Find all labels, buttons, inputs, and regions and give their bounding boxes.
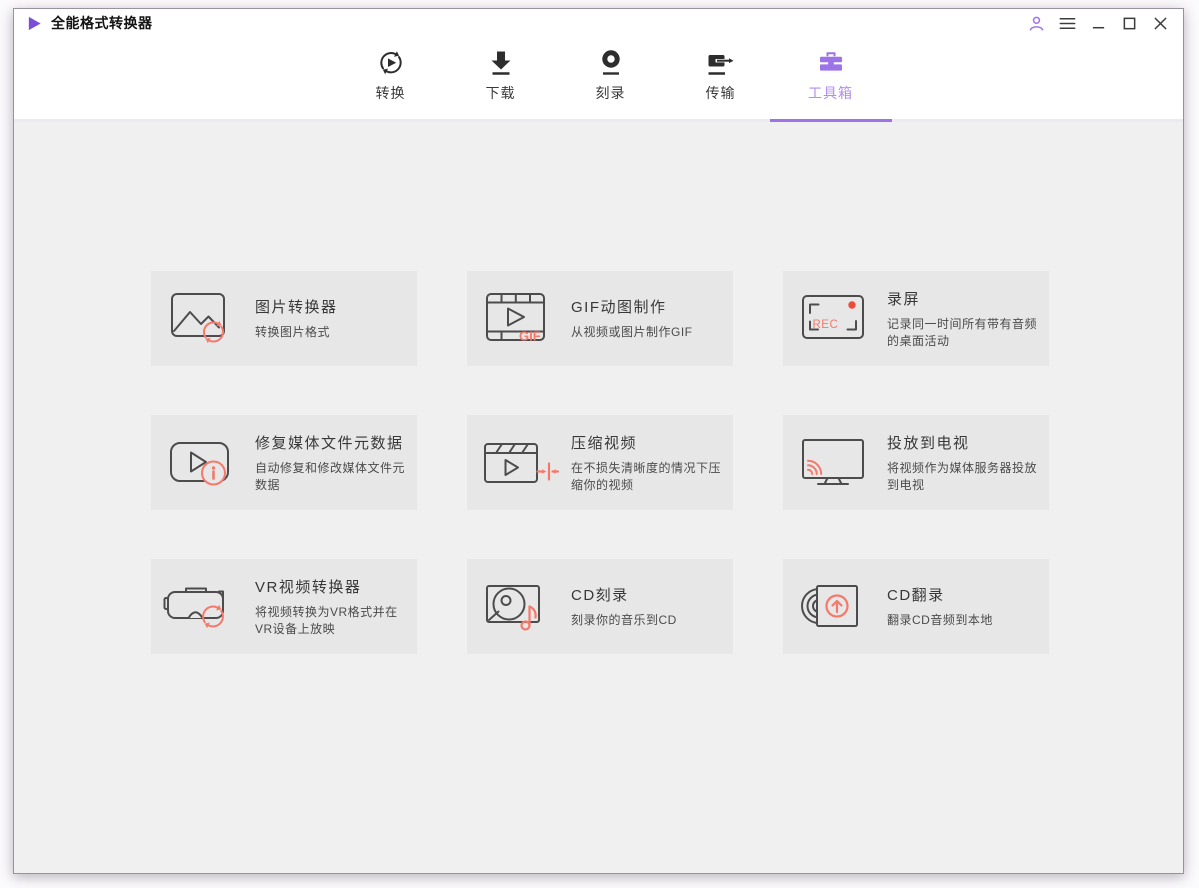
cd-burner-icon [479, 576, 559, 638]
tab-toolbox[interactable]: 工具箱 [783, 37, 879, 119]
card-title: 录屏 [887, 290, 921, 308]
tools-grid: 图片转换器 转换图片格式 GIF GIF动图制作 从视频或图片制作GIF REC… [151, 271, 1049, 654]
close-button[interactable] [1148, 12, 1173, 34]
card-title: 修复媒体文件元数据 [255, 434, 404, 452]
burn-icon [596, 47, 626, 79]
video-compressor-icon [479, 432, 559, 494]
tab-label: 工具箱 [808, 85, 853, 101]
card-screen-recorder[interactable]: REC 录屏 记录同一时间所有带有音频的桌面活动 [783, 271, 1049, 366]
card-title: 图片转换器 [255, 299, 338, 316]
card-video-compressor[interactable]: 压缩视频 在不损失清晰度的情况下压缩你的视频 [467, 415, 733, 510]
minimize-button[interactable] [1086, 12, 1111, 34]
cd-ripper-icon [795, 576, 875, 638]
card-text: 图片转换器 转换图片格式 [255, 296, 407, 341]
user-button[interactable] [1024, 12, 1049, 34]
tab-download[interactable]: 下载 [453, 37, 549, 119]
tab-burn[interactable]: 刻录 [563, 37, 659, 119]
screen-recorder-icon: REC [795, 288, 875, 350]
download-icon [486, 47, 516, 79]
app-logo-icon [26, 15, 43, 32]
app-window: 全能格式转换器 转换 下载 刻录 传输 工具箱 图片转换器 转换图片格式 GIF… [13, 8, 1184, 874]
card-metadata-fixer[interactable]: 修复媒体文件元数据 自动修复和修改媒体文件元数据 [151, 415, 417, 510]
card-text: CD翻录 翻录CD音频到本地 [887, 584, 1039, 629]
card-description: 刻录你的音乐到CD [571, 613, 677, 627]
card-cd-ripper[interactable]: CD翻录 翻录CD音频到本地 [783, 559, 1049, 654]
card-cd-burner[interactable]: CD刻录 刻录你的音乐到CD [467, 559, 733, 654]
card-vr-converter[interactable]: VR视频转换器 将视频转换为VR格式并在VR设备上放映 [151, 559, 417, 654]
main-nav: 转换 下载 刻录 传输 工具箱 [14, 37, 1183, 122]
nav-tabs: 转换 下载 刻录 传输 工具箱 [336, 37, 886, 119]
card-description: 记录同一时间所有带有音频的桌面活动 [887, 316, 1038, 348]
card-description: 自动修复和修改媒体文件元数据 [255, 460, 406, 492]
card-title: VR视频转换器 [255, 578, 362, 596]
card-text: 投放到电视 将视频作为媒体服务器投放到电视 [887, 432, 1039, 494]
card-title: CD翻录 [887, 587, 945, 604]
toolbox-icon [816, 47, 846, 79]
svg-text:REC: REC [813, 319, 839, 331]
card-gif-maker[interactable]: GIF GIF动图制作 从视频或图片制作GIF [467, 271, 733, 366]
toolbox-panel: 图片转换器 转换图片格式 GIF GIF动图制作 从视频或图片制作GIF REC… [14, 122, 1183, 873]
transfer-icon [706, 47, 736, 79]
card-text: GIF动图制作 从视频或图片制作GIF [571, 296, 723, 341]
card-description: 将视频作为媒体服务器投放到电视 [887, 460, 1038, 492]
card-text: 压缩视频 在不损失清晰度的情况下压缩你的视频 [571, 432, 723, 494]
window-title: 全能格式转换器 [51, 15, 153, 31]
tab-label: 传输 [705, 85, 736, 101]
card-text: CD刻录 刻录你的音乐到CD [571, 584, 723, 629]
tab-label: 下载 [485, 85, 516, 101]
titlebar: 全能格式转换器 [14, 9, 1183, 37]
image-converter-icon [163, 288, 243, 350]
window-controls [1024, 12, 1173, 34]
card-title: 压缩视频 [571, 434, 638, 452]
vr-converter-icon [163, 576, 243, 638]
card-text: 录屏 记录同一时间所有带有音频的桌面活动 [887, 288, 1039, 350]
tab-label: 转换 [375, 85, 406, 101]
tab-transfer[interactable]: 传输 [673, 37, 769, 119]
tab-label: 刻录 [595, 85, 626, 101]
card-title: GIF动图制作 [571, 299, 667, 316]
card-title: CD刻录 [571, 587, 629, 604]
menu-button[interactable] [1055, 12, 1080, 34]
tab-convert[interactable]: 转换 [343, 37, 439, 119]
convert-icon [376, 47, 406, 79]
cast-tv-icon [795, 432, 875, 494]
card-text: VR视频转换器 将视频转换为VR格式并在VR设备上放映 [255, 576, 407, 638]
maximize-button[interactable] [1117, 12, 1142, 34]
card-title: 投放到电视 [887, 434, 970, 452]
gif-maker-icon: GIF [479, 288, 559, 350]
card-description: 从视频或图片制作GIF [571, 325, 693, 339]
card-description: 在不损失清晰度的情况下压缩你的视频 [571, 460, 722, 492]
card-description: 将视频转换为VR格式并在VR设备上放映 [255, 604, 398, 636]
card-image-converter[interactable]: 图片转换器 转换图片格式 [151, 271, 417, 366]
card-description: 翻录CD音频到本地 [887, 613, 993, 627]
card-description: 转换图片格式 [255, 325, 331, 339]
card-text: 修复媒体文件元数据 自动修复和修改媒体文件元数据 [255, 432, 407, 494]
card-cast-to-tv[interactable]: 投放到电视 将视频作为媒体服务器投放到电视 [783, 415, 1049, 510]
svg-text:GIF: GIF [519, 328, 541, 343]
metadata-fixer-icon [163, 432, 243, 494]
